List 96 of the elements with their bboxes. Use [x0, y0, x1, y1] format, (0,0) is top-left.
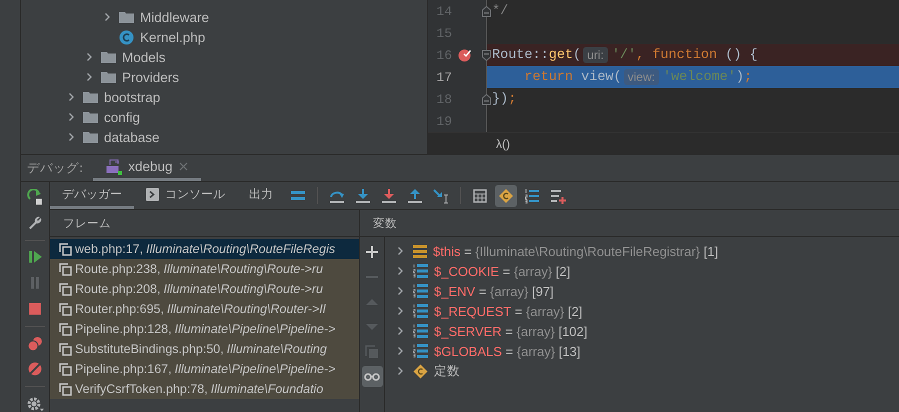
tree-item-label[interactable]: config	[104, 110, 140, 124]
debugger-tab[interactable]: 出力	[237, 182, 285, 209]
plus-icon	[365, 244, 379, 258]
stack-frame[interactable]: VerifyCsrfToken.php:78, Illuminate\Foundatio	[50, 379, 359, 399]
parameter-hint: view:	[624, 69, 659, 85]
variable-entry: $GLOBALS = {array} [13]	[434, 344, 580, 358]
glasses-icon	[364, 372, 380, 382]
variable-entry: $_SERVER = {array} [102]	[434, 324, 588, 338]
frame-icon	[59, 342, 72, 356]
chevron-right-icon[interactable]	[102, 12, 112, 22]
constant-icon	[498, 188, 514, 204]
stop-icon[interactable]	[27, 300, 43, 317]
code-token: ;	[508, 92, 516, 106]
stack-frame[interactable]: Route.php:238, Illuminate\Routing\Route->ru	[50, 259, 359, 279]
fold-icon[interactable]	[482, 50, 491, 60]
line-number: 17	[435, 70, 452, 84]
breakpoints-icon[interactable]	[27, 336, 43, 352]
tree-item-label[interactable]: database	[104, 130, 160, 144]
constant-icon	[413, 364, 428, 378]
folder-icon	[101, 51, 116, 63]
mute-breakpoints-icon[interactable]	[27, 361, 43, 378]
tree-item-label[interactable]: Providers	[122, 70, 180, 84]
folder-icon	[83, 111, 98, 123]
array-icon	[413, 324, 428, 338]
debugger-tab[interactable]: デバッガー	[50, 182, 134, 209]
code-token: view(	[580, 70, 622, 84]
debug-label: デバッグ:	[27, 158, 84, 176]
fold-icon[interactable]	[482, 6, 491, 16]
code-token: 'welcome'	[662, 70, 736, 84]
tree-item-label[interactable]: Models	[122, 50, 166, 64]
code-token: get	[548, 48, 574, 62]
watches-button[interactable]	[362, 366, 382, 387]
stack-frame[interactable]: Route.php:208, Illuminate\Routing\Route->ru	[50, 279, 359, 299]
frame-icon	[59, 242, 72, 256]
breadcrumb[interactable]: λ()	[496, 136, 510, 150]
resume-icon[interactable]	[27, 249, 43, 266]
code-token: )	[736, 70, 744, 84]
code-token: '/'	[612, 48, 636, 62]
stack-frame[interactable]: SubstituteBindings.php:50, Illuminate\Routing	[50, 339, 359, 359]
copy-icon	[365, 344, 379, 358]
step-out-icon	[407, 188, 423, 204]
breakpoint-icon[interactable]	[458, 48, 472, 62]
array-icon	[413, 344, 428, 358]
force-step-into-icon	[381, 188, 397, 204]
tree-item-label[interactable]: Middleware	[140, 10, 210, 24]
code-token: return	[523, 70, 574, 84]
frame-icon	[59, 302, 72, 316]
variable-entry: $_REQUEST = {array} [2]	[434, 304, 582, 318]
add-list-icon	[550, 188, 566, 204]
numbered-list-icon	[524, 188, 540, 204]
code-token: ;	[744, 70, 752, 84]
frame-icon	[59, 382, 72, 396]
calculator-icon	[472, 188, 488, 204]
frame-icon	[59, 282, 72, 296]
constants-button[interactable]	[495, 185, 517, 207]
array-icon	[413, 264, 428, 278]
folder-icon	[101, 71, 116, 83]
settings-icon[interactable]	[26, 396, 44, 412]
variable-entry: $_ENV = {array} [97]	[434, 284, 554, 298]
tree-item-label[interactable]: Kernel.php	[140, 30, 206, 44]
code-token: Route::	[492, 48, 549, 62]
frames-title: フレーム	[63, 216, 111, 230]
parameter-hint: uri:	[583, 47, 608, 63]
code-token: })	[492, 92, 508, 106]
stack-frame[interactable]: Router.php:695, Illuminate\Routing\Router->Il	[50, 299, 359, 319]
step-into-icon	[355, 188, 371, 204]
folder-icon	[83, 131, 98, 143]
frame-icon	[59, 362, 72, 376]
class-icon	[119, 30, 134, 44]
tree-item-label[interactable]: bootstrap	[104, 90, 160, 104]
variable-entry: $_COOKIE = {array} [2]	[434, 264, 570, 278]
array-icon	[413, 304, 428, 318]
fold-icon[interactable]	[482, 94, 491, 104]
php-icon	[106, 158, 122, 174]
stack-frame[interactable]: Pipeline.php:128, Illuminate\Pipeline\Pipeline->	[50, 319, 359, 339]
variable-group-label: 定数	[434, 362, 460, 380]
variable-entry: $this = {Illuminate\Routing\RouteFileRegistrar} [1]	[433, 244, 718, 258]
code-token: (	[573, 48, 582, 62]
code-token: , function	[636, 48, 718, 62]
debugger-tab[interactable]: コンソール	[134, 182, 237, 209]
rerun-icon[interactable]	[27, 189, 43, 205]
code-token: () {	[724, 48, 758, 62]
run-to-cursor-icon	[433, 188, 449, 204]
code-token: */	[492, 4, 508, 18]
frame-icon	[59, 262, 72, 276]
array-icon	[413, 284, 428, 298]
folder-icon	[83, 91, 98, 103]
frame-icon	[59, 322, 72, 336]
stack-frame[interactable]: Pipeline.php:167, Illuminate\Pipeline\Pipeline->	[50, 359, 359, 379]
wrench-icon[interactable]	[27, 214, 43, 230]
stack-frame[interactable]: web.php:17, Illuminate\Routing\RouteFileRegis	[50, 239, 359, 259]
console-icon	[146, 188, 159, 200]
folder-icon	[119, 11, 134, 23]
session-tab[interactable]: xdebug	[93, 155, 201, 181]
variables-title: 変数	[373, 216, 397, 230]
object-icon	[413, 244, 427, 258]
